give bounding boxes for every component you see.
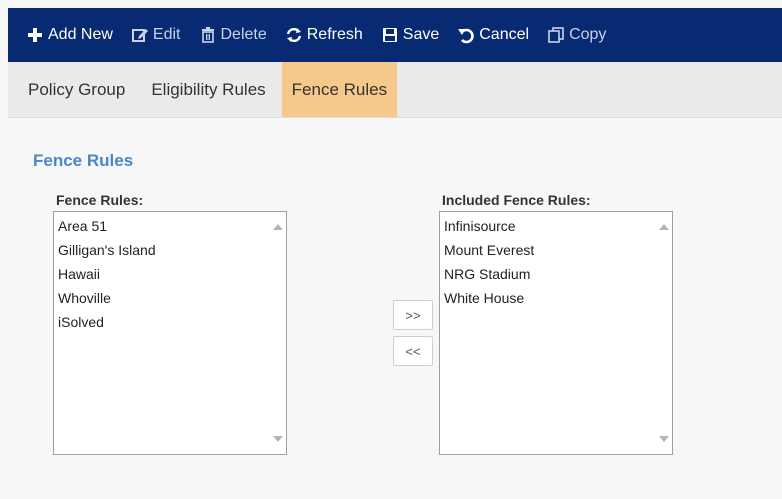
available-items: Area 51 Gilligan's Island Hawaii Whovill… (54, 212, 286, 336)
tab-policy-group[interactable]: Policy Group (18, 62, 135, 117)
scrollbar[interactable] (269, 212, 286, 454)
refresh-label: Refresh (306, 26, 363, 43)
available-fence-rules-list[interactable]: Area 51 Gilligan's Island Hawaii Whovill… (53, 211, 287, 455)
add-new-label: Add New (48, 26, 113, 43)
add-new-button[interactable]: Add New (26, 8, 113, 62)
cancel-label: Cancel (479, 26, 530, 43)
delete-label: Delete (220, 26, 267, 43)
list-item[interactable]: Area 51 (58, 214, 282, 238)
edit-button[interactable]: Edit (131, 8, 181, 62)
list-item[interactable]: Mount Everest (444, 238, 668, 262)
scroll-down-icon[interactable] (273, 436, 283, 442)
list-item[interactable]: Whoville (58, 286, 282, 310)
scroll-up-icon[interactable] (659, 224, 669, 230)
tab-eligibility-rules[interactable]: Eligibility Rules (141, 62, 275, 117)
move-right-button[interactable]: >> (393, 300, 433, 330)
toolbar: Add New Edit Delete Refresh Save Cancel (8, 8, 782, 62)
edit-icon (131, 26, 149, 44)
edit-label: Edit (152, 26, 181, 43)
scrollbar[interactable] (655, 212, 672, 454)
refresh-button[interactable]: Refresh (285, 8, 363, 62)
tab-bar: Policy Group Eligibility Rules Fence Rul… (8, 62, 782, 118)
list-item[interactable]: Gilligan's Island (58, 238, 282, 262)
copy-label: Copy (569, 26, 607, 43)
list-item[interactable]: White House (444, 286, 668, 310)
plus-icon (26, 26, 44, 44)
list-item[interactable]: iSolved (58, 310, 282, 334)
list-item[interactable]: Infinisource (444, 214, 668, 238)
scroll-up-icon[interactable] (273, 224, 283, 230)
save-label: Save (402, 26, 440, 43)
trash-icon (199, 26, 217, 44)
available-list-label: Fence Rules: (56, 192, 144, 208)
save-icon (381, 26, 399, 44)
move-left-button[interactable]: << (393, 336, 433, 366)
tab-fence-rules[interactable]: Fence Rules (281, 62, 398, 117)
list-item[interactable]: Hawaii (58, 262, 282, 286)
delete-button[interactable]: Delete (199, 8, 267, 62)
copy-button[interactable]: Copy (547, 8, 606, 62)
included-list-label: Included Fence Rules: (442, 192, 591, 208)
cancel-button[interactable]: Cancel (457, 8, 529, 62)
scroll-down-icon[interactable] (659, 436, 669, 442)
included-fence-rules-list[interactable]: Infinisource Mount Everest NRG Stadium W… (439, 211, 673, 455)
list-item[interactable]: NRG Stadium (444, 262, 668, 286)
copy-icon (547, 26, 565, 44)
included-items: Infinisource Mount Everest NRG Stadium W… (440, 212, 672, 312)
section-title: Fence Rules (33, 151, 134, 170)
undo-icon (457, 26, 475, 44)
content-panel: Fence Rules Fence Rules: Area 51 Gilliga… (8, 118, 782, 499)
save-button[interactable]: Save (381, 8, 439, 62)
refresh-icon (285, 26, 303, 44)
